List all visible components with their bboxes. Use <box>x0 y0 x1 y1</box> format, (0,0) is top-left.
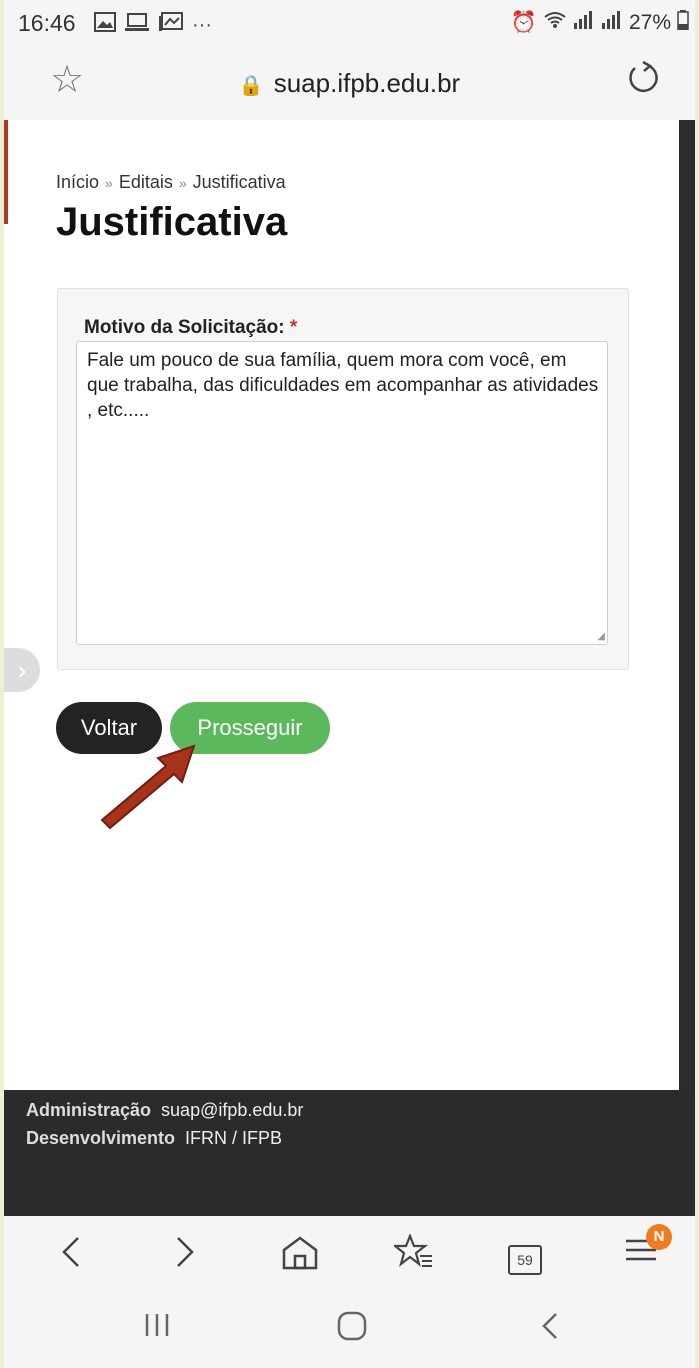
menu-icon[interactable]: N <box>624 1224 672 1274</box>
footer-admin-label: Administração <box>26 1100 152 1120</box>
footer-admin-email[interactable]: suap@ifpb.edu.br <box>161 1100 303 1120</box>
battery-percent: 27% <box>628 11 671 34</box>
signal-icon-2 <box>601 11 623 35</box>
footer-dev-row: Desenvolvimento IFRN / IFPB <box>26 1128 282 1149</box>
browser-address-bar: ☆ 🔒 suap.ifpb.edu.br <box>4 46 695 121</box>
breadcrumb-separator: » <box>178 175 187 191</box>
gallery-icon <box>158 12 184 38</box>
tabs-icon[interactable]: 59 <box>508 1234 542 1275</box>
reload-icon[interactable] <box>625 60 661 105</box>
breadcrumb: Início » Editais » Justificativa <box>56 172 286 193</box>
reason-label: Motivo da Solicitação: * <box>84 317 297 339</box>
android-nav-bar <box>4 1294 695 1368</box>
resize-handle-icon[interactable]: ◢ <box>597 631 605 642</box>
request-form: Motivo da Solicitação: * Fale um pouco d… <box>57 288 629 670</box>
back-button-icon[interactable] <box>536 1310 566 1350</box>
battery-icon <box>677 10 689 36</box>
more-notifications-icon: ··· <box>192 13 212 36</box>
back-nav-icon[interactable] <box>56 1234 86 1279</box>
bookmarks-icon[interactable] <box>391 1233 434 1279</box>
wifi-icon <box>543 10 567 36</box>
breadcrumb-editais[interactable]: Editais <box>119 172 173 192</box>
status-right: ⏰ 27% <box>511 10 689 36</box>
tabs-count: 59 <box>508 1245 542 1275</box>
forward-nav-icon[interactable] <box>170 1234 200 1279</box>
footer-dev-value: IFRN / IFPB <box>185 1128 283 1148</box>
footer-admin-row: Administração suap@ifpb.edu.br <box>26 1100 303 1121</box>
page-content: Início » Editais » Justificativa Justificati… <box>4 120 695 1090</box>
chevron-right-icon: › <box>17 654 27 685</box>
reason-label-text: Motivo da Solicitação: <box>84 317 285 338</box>
pointer-arrow-annotation <box>100 744 196 830</box>
status-time: 16:46 <box>18 10 76 36</box>
side-drawer-toggle[interactable]: › <box>4 648 40 692</box>
breadcrumb-separator: » <box>105 175 113 191</box>
image-icon <box>94 12 116 38</box>
recent-apps-icon[interactable] <box>142 1310 172 1348</box>
url-display[interactable]: 🔒 suap.ifpb.edu.br <box>4 68 695 99</box>
alarm-icon: ⏰ <box>510 11 537 34</box>
lock-icon: 🔒 <box>238 75 264 97</box>
breadcrumb-current: Justificativa <box>192 172 286 192</box>
home-icon[interactable] <box>280 1234 320 1279</box>
breadcrumb-home[interactable]: Início <box>56 172 99 192</box>
phone-screen: 16:46 ··· ⏰ 27% ☆ 🔒 suap.ifpb.edu.br Iní… <box>4 0 695 1368</box>
signal-icon <box>573 11 595 35</box>
left-edge-accent <box>4 120 8 224</box>
page-title: Justificativa <box>56 200 288 244</box>
site-footer: Administração suap@ifpb.edu.br Desenvolvi… <box>4 1090 695 1216</box>
laptop-icon <box>124 12 150 38</box>
browser-toolbar: 59 N <box>4 1216 695 1294</box>
menu-notification-badge: N <box>646 1224 672 1250</box>
notification-icons: ··· <box>94 12 212 38</box>
url-text: suap.ifpb.edu.br <box>273 68 461 98</box>
required-mark: * <box>289 317 298 338</box>
reason-textarea-value: Fale um pouco de sua família, quem mora … <box>87 350 599 421</box>
reason-textarea[interactable]: Fale um pouco de sua família, quem mora … <box>76 341 608 645</box>
right-edge-band <box>679 120 695 1090</box>
status-bar: 16:46 ··· ⏰ 27% <box>4 0 695 46</box>
home-button-icon[interactable] <box>336 1310 368 1350</box>
footer-dev-label: Desenvolvimento <box>26 1128 176 1148</box>
